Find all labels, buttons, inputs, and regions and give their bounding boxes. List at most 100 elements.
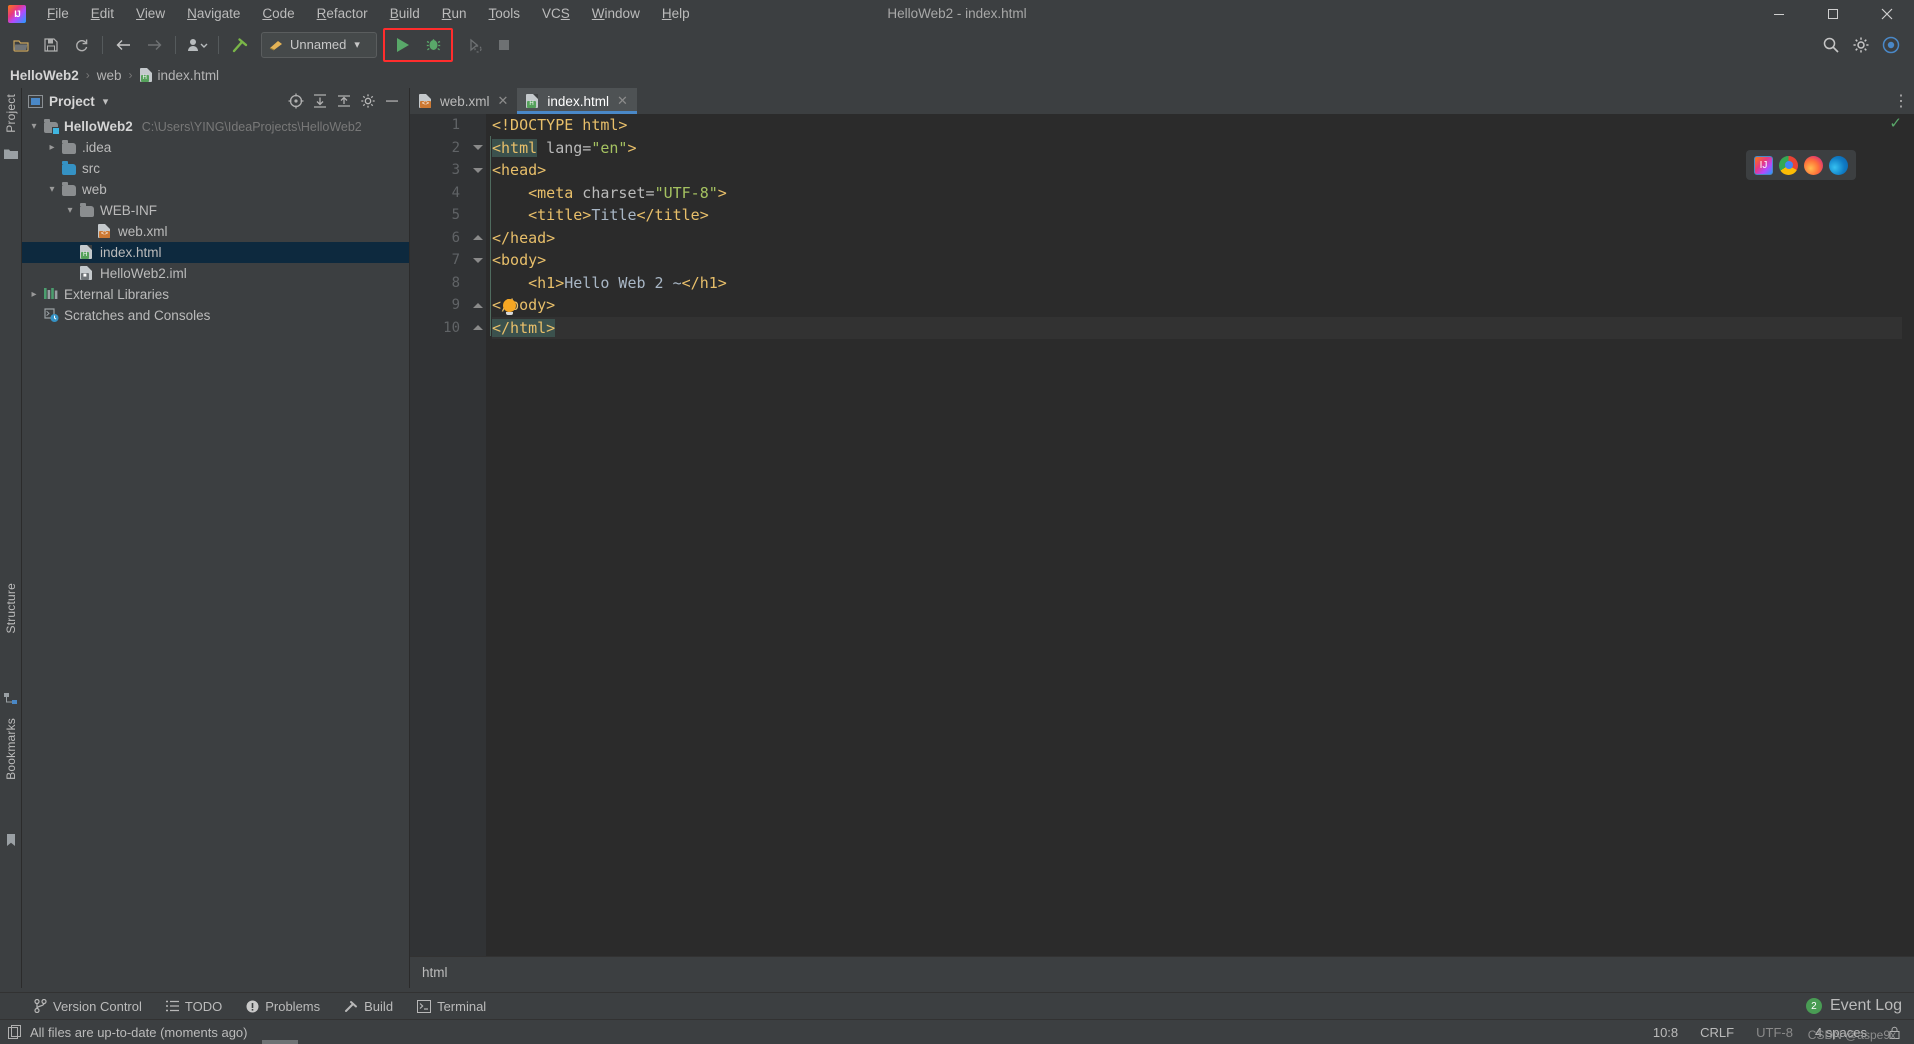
menu-refactor[interactable]: Refactor — [306, 4, 379, 23]
tool-button-version-control[interactable]: Version Control — [22, 996, 154, 1017]
project-rail-icon[interactable] — [4, 148, 18, 162]
chevron-right-icon[interactable]: ▸ — [44, 142, 60, 153]
rail-item-project[interactable]: Project — [4, 94, 18, 133]
structure-rail-icon[interactable] — [4, 693, 18, 707]
editor-tab-web-xml[interactable]: <> web.xml ✕ — [410, 88, 517, 114]
tree-row-iml[interactable]: ■ HelloWeb2.iml — [22, 263, 409, 284]
open-folder-icon[interactable] — [6, 31, 36, 59]
gear-icon[interactable] — [1846, 31, 1876, 59]
fold-marker-head-end[interactable] — [470, 227, 486, 250]
tree-row-src[interactable]: src — [22, 158, 409, 179]
maximize-button[interactable] — [1806, 0, 1860, 27]
rail-item-bookmarks[interactable]: Bookmarks — [4, 718, 18, 780]
menu-window[interactable]: Window — [581, 4, 651, 23]
tree-row-scratches[interactable]: Scratches and Consoles — [22, 305, 409, 326]
project-settings-gear-icon[interactable] — [357, 90, 379, 112]
status-message: All files are up-to-date (moments ago) — [30, 1024, 248, 1040]
menu-code[interactable]: Code — [251, 4, 305, 23]
expand-all-icon[interactable] — [309, 90, 331, 112]
select-opened-file-icon[interactable] — [285, 90, 307, 112]
run-button[interactable] — [388, 31, 418, 59]
intention-bulb-icon[interactable] — [503, 299, 516, 315]
tool-button-build[interactable]: Build — [332, 996, 405, 1017]
tool-button-problems[interactable]: Problems — [234, 996, 332, 1017]
event-log-group[interactable]: 2 Event Log — [1805, 997, 1914, 1015]
chevron-down-icon[interactable]: ▾ — [44, 184, 60, 195]
tree-row-web-inf[interactable]: ▾ WEB-INF — [22, 200, 409, 221]
search-everywhere-icon[interactable] — [1816, 31, 1846, 59]
close-button[interactable] — [1860, 0, 1914, 27]
code-editor[interactable]: 1 2 3 4 5 6 7 8 9 10 <!DOCTYPE html> <ht… — [410, 114, 1914, 956]
code-token: <h1> — [492, 273, 565, 292]
intellij-idea-window: IJ FFileile Edit View Navigate Code Refa… — [0, 0, 1914, 1044]
menu-edit[interactable]: Edit — [80, 4, 125, 23]
status-bar-left: All files are up-to-date (moments ago) — [8, 1025, 247, 1040]
code-folding-gutter[interactable] — [470, 114, 486, 956]
menu-build[interactable]: Build — [379, 4, 431, 23]
firefox-browser-icon[interactable] — [1804, 155, 1823, 175]
rail-item-structure[interactable]: Structure — [4, 583, 18, 634]
bookmarks-rail-icon[interactable] — [4, 833, 18, 847]
chevron-down-icon[interactable]: ▾ — [26, 121, 42, 132]
menu-navigate[interactable]: Navigate — [176, 4, 251, 23]
breadcrumb-item-project[interactable]: HelloWeb2 — [10, 68, 79, 83]
menu-vcs[interactable]: VCS — [531, 4, 581, 23]
tool-button-terminal[interactable]: Terminal — [405, 996, 498, 1017]
menu-bar: FFileile Edit View Navigate Code Refacto… — [36, 0, 701, 27]
caret-position[interactable]: 10:8 — [1653, 1025, 1678, 1040]
save-all-icon[interactable] — [36, 31, 66, 59]
breadcrumb-item-file[interactable]: H index.html — [139, 67, 219, 83]
breadcrumb-item-web[interactable]: web — [97, 68, 122, 83]
minimize-button[interactable] — [1752, 0, 1806, 27]
debug-button[interactable] — [418, 31, 448, 59]
hide-panel-icon[interactable] — [381, 90, 403, 112]
tree-label-src: src — [82, 161, 100, 176]
menu-view[interactable]: View — [125, 4, 176, 23]
code-text[interactable]: <!DOCTYPE html> <html lang="en"> <head> … — [486, 114, 1914, 956]
editor-tabs-more-icon[interactable]: ⋮ — [1888, 88, 1914, 114]
editor-breadcrumb-html[interactable]: html — [422, 965, 448, 980]
line-separator[interactable]: CRLF — [1700, 1025, 1734, 1040]
file-encoding[interactable]: UTF-8 — [1756, 1025, 1793, 1040]
tree-row-web-xml[interactable]: <> web.xml — [22, 221, 409, 242]
event-log-label[interactable]: Event Log — [1830, 997, 1902, 1015]
chevron-down-icon[interactable]: ▾ — [62, 205, 78, 216]
fold-marker-html[interactable] — [470, 137, 486, 160]
editor-breadcrumb-status-bar: html — [410, 956, 1914, 988]
fold-marker-body-end[interactable] — [470, 294, 486, 317]
tool-button-todo[interactable]: TODO — [154, 996, 234, 1017]
project-panel-dropdown-icon[interactable]: ▾ — [103, 95, 109, 108]
tree-row-web[interactable]: ▾ web — [22, 179, 409, 200]
run-configuration-selector[interactable]: Unnamed ▾ — [261, 31, 377, 58]
tree-row-index-html[interactable]: H index.html — [22, 242, 409, 263]
tree-row-helloweb2[interactable]: ▾ HelloWeb2 C:\Users\YING\IdeaProjects\H… — [22, 116, 409, 137]
edge-browser-icon[interactable] — [1829, 155, 1848, 175]
tree-label-index-html: index.html — [100, 245, 162, 260]
editor-scrollbar[interactable] — [1902, 140, 1914, 924]
inspection-status-icon[interactable]: ✓ — [1889, 114, 1902, 132]
tree-row-external-libraries[interactable]: ▸ External Libraries — [22, 284, 409, 305]
editor-tab-index-html[interactable]: H index.html ✕ — [517, 88, 638, 114]
chrome-browser-icon[interactable] — [1779, 155, 1798, 175]
menu-run[interactable]: Run — [431, 4, 478, 23]
close-icon[interactable]: ✕ — [498, 93, 509, 109]
app-icon: IJ — [8, 4, 26, 23]
back-icon[interactable] — [109, 31, 139, 59]
fold-marker-html-end[interactable] — [470, 317, 486, 340]
menu-file[interactable]: FFileile — [36, 4, 80, 23]
collapse-all-icon[interactable] — [333, 90, 355, 112]
close-icon[interactable]: ✕ — [617, 93, 628, 109]
menu-help[interactable]: Help — [651, 4, 701, 23]
build-hammer-icon[interactable] — [225, 31, 255, 59]
menu-tools[interactable]: Tools — [478, 4, 532, 23]
fold-marker-body[interactable] — [470, 249, 486, 272]
ide-account-icon[interactable] — [1876, 31, 1906, 59]
intellij-browser-icon[interactable]: IJ — [1754, 155, 1773, 175]
synchronize-icon[interactable] — [66, 31, 96, 59]
fold-marker-head[interactable] — [470, 159, 486, 182]
code-line-6: </head> — [492, 227, 1914, 250]
chevron-right-icon[interactable]: ▸ — [26, 289, 42, 300]
code-line-2: <html lang="en"> — [492, 137, 1914, 160]
tree-row-idea[interactable]: ▸ .idea — [22, 137, 409, 158]
user-profile-icon[interactable] — [182, 31, 212, 59]
